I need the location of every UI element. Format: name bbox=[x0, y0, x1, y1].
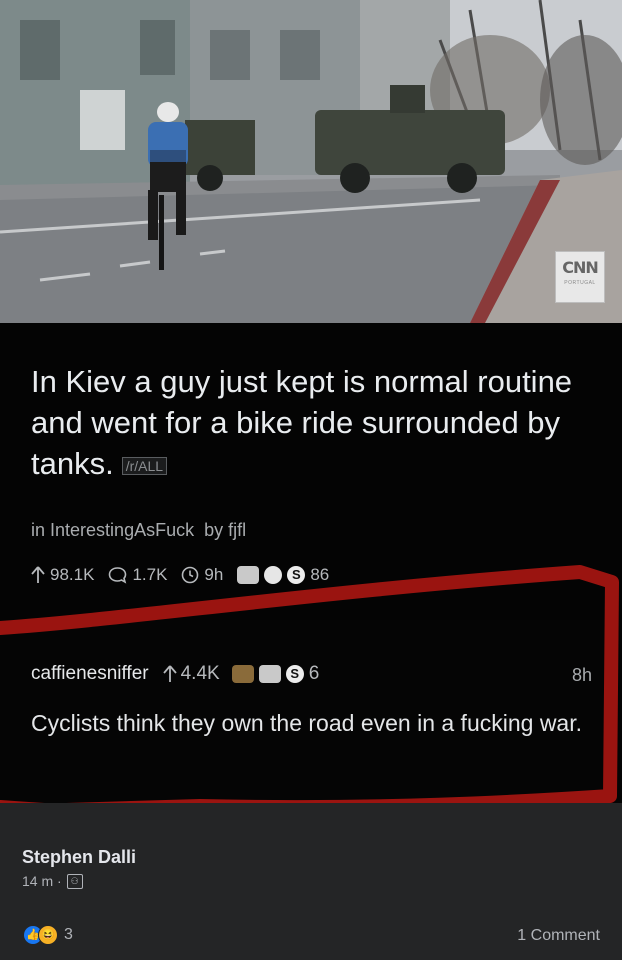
subreddit-link[interactable]: InterestingAsFuck bbox=[50, 520, 194, 540]
post-time: 14 m · bbox=[22, 873, 62, 889]
cnn-watermark-subtext: PORTUGAL bbox=[564, 280, 596, 286]
comment-count-link[interactable]: 1 Comment bbox=[517, 927, 600, 945]
poster-name[interactable]: Stephen Dalli bbox=[22, 847, 136, 868]
haha-reaction-icon: 😆 bbox=[38, 925, 58, 945]
all-tag[interactable]: /r/ALL bbox=[121, 457, 168, 475]
post-image[interactable]: CNN PORTUGAL bbox=[0, 0, 622, 323]
post-title-text: In Kiev a guy just kept is normal routin… bbox=[31, 364, 573, 481]
post-timestamp[interactable]: 14 m · ⚇ bbox=[22, 873, 83, 889]
friends-icon: ⚇ bbox=[66, 873, 83, 889]
meta-prefix: in bbox=[31, 520, 46, 540]
reactions-summary[interactable]: 👍 😆 3 bbox=[24, 925, 73, 945]
street-scene-illustration bbox=[0, 0, 622, 323]
facebook-post-footer: Stephen Dalli 14 m · ⚇ 👍 😆 3 1 Comment bbox=[0, 803, 622, 960]
reaction-count: 3 bbox=[64, 926, 73, 943]
cnn-watermark-text: CNN bbox=[562, 258, 599, 277]
meta-by: by bbox=[204, 520, 224, 540]
author-link[interactable]: fjfl bbox=[228, 520, 246, 540]
cnn-watermark: CNN PORTUGAL bbox=[555, 251, 605, 303]
post-meta: in InterestingAsFuck by fjfl bbox=[31, 520, 246, 541]
post-title[interactable]: In Kiev a guy just kept is normal routin… bbox=[31, 361, 591, 484]
